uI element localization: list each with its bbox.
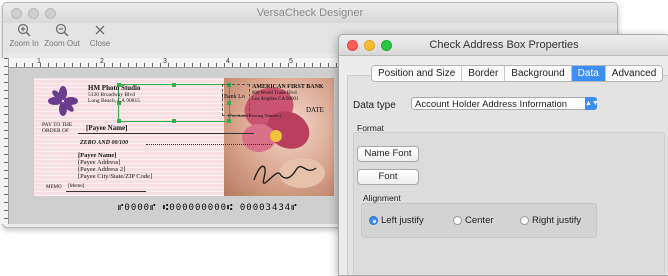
vertical-ruler <box>0 58 9 224</box>
payer-name: HM Photo Studio <box>88 84 141 92</box>
memo-field: [Memo] <box>68 184 85 189</box>
bank-address2: Los Angeles CA 90001 <box>252 97 299 102</box>
properties-titlebar: Check Address Box Properties <box>339 35 668 56</box>
name-font-button[interactable]: Name Font <box>357 146 419 162</box>
radio-left-justify[interactable]: Left justify <box>369 215 424 226</box>
radio-selected-icon <box>369 216 378 225</box>
ruler-number: 3 <box>163 58 167 65</box>
tab-advanced[interactable]: Advanced <box>605 66 663 81</box>
zoom-in-button[interactable]: Zoom In <box>9 23 39 48</box>
radio-center-label: Center <box>465 215 494 226</box>
payee-name-field: [Payee Name] <box>86 124 128 132</box>
zoom-out-icon <box>55 23 69 37</box>
alignment-label: Alignment <box>363 193 401 203</box>
payee-block-name: [Payee Name] <box>78 152 117 159</box>
fractional-routing: [Fractional Routing Number] <box>228 113 281 118</box>
zoom-out-button[interactable]: Zoom Out <box>44 23 80 48</box>
zoom-in-icon <box>17 23 31 37</box>
properties-window: Check Address Box Properties Position an… <box>338 34 668 276</box>
ruler-number: 4 <box>226 58 230 65</box>
properties-tabs: Position and Size Border Background Data… <box>371 65 664 82</box>
radio-left-justify-label: Left justify <box>381 215 424 226</box>
memo-label: MEMO <box>46 185 62 190</box>
zoom-in-label: Zoom In <box>9 39 39 48</box>
flower-logo-icon <box>48 86 78 116</box>
ruler-number: 1 <box>37 58 41 65</box>
resize-handle[interactable] <box>227 119 231 123</box>
tab-border[interactable]: Border <box>462 66 506 81</box>
zoom-out-label: Zoom Out <box>44 39 80 48</box>
resize-handle[interactable] <box>172 119 176 123</box>
order-of-label: ORDER OF <box>42 128 70 134</box>
radio-right-justify[interactable]: Right justify <box>520 215 581 226</box>
radio-unselected-icon <box>520 216 529 225</box>
payer-address2: Long Beach, CA 90815 <box>88 98 140 104</box>
amount-words: ZERO AND 00/100 <box>80 140 129 146</box>
properties-title: Check Address Box Properties <box>429 39 579 51</box>
chevron-updown-icon: ▲▼ <box>585 97 599 110</box>
data-type-value: Account Holder Address Information <box>415 99 568 110</box>
tab-position-and-size[interactable]: Position and Size <box>372 66 463 81</box>
bank-logo-placeholder: [Bank Lo <box>222 94 245 100</box>
ruler-number: 5 <box>289 58 293 65</box>
designer-title: VersaCheck Designer <box>256 7 364 19</box>
close-label: Close <box>89 39 111 48</box>
date-label: DATE <box>306 106 324 114</box>
micr-line: ⑈0000⑈ ⑆000000000⑆ 00003434⑈ <box>118 203 298 213</box>
close-button[interactable]: Close <box>87 23 113 48</box>
bank-address1: 800 World Trade Blvd <box>252 91 297 96</box>
resize-handle[interactable] <box>117 119 121 123</box>
payee-block-city: [Payee City/State/ZIP Code] <box>78 173 153 180</box>
payee-line <box>78 133 254 134</box>
tab-background[interactable]: Background <box>505 66 572 81</box>
radio-center[interactable]: Center <box>453 215 494 226</box>
radio-right-justify-label: Right justify <box>532 215 582 226</box>
amount-line <box>146 144 272 145</box>
payee-block-address: [Payee Address] <box>78 159 121 166</box>
resize-handle[interactable] <box>172 83 176 87</box>
designer-titlebar: VersaCheck Designer <box>3 3 617 23</box>
data-type-select[interactable]: Account Holder Address Information ▲▼ <box>411 97 599 110</box>
payee-block-address2: [Payee Address 2] <box>78 166 126 173</box>
tab-data[interactable]: Data <box>571 66 606 81</box>
bank-logo-box[interactable] <box>222 84 250 116</box>
check-document[interactable]: HM Photo Studio 5120 Broadway Blvd Long … <box>34 78 334 196</box>
data-type-label: Data type <box>353 100 396 111</box>
ruler-number: 2 <box>100 58 104 65</box>
signature-graphic <box>253 165 317 184</box>
font-button[interactable]: Font <box>357 169 419 185</box>
radio-unselected-icon <box>453 216 462 225</box>
bank-name: AMERICAN FIRST BANK <box>252 84 324 90</box>
close-icon <box>95 25 105 35</box>
memo-line <box>66 191 146 192</box>
